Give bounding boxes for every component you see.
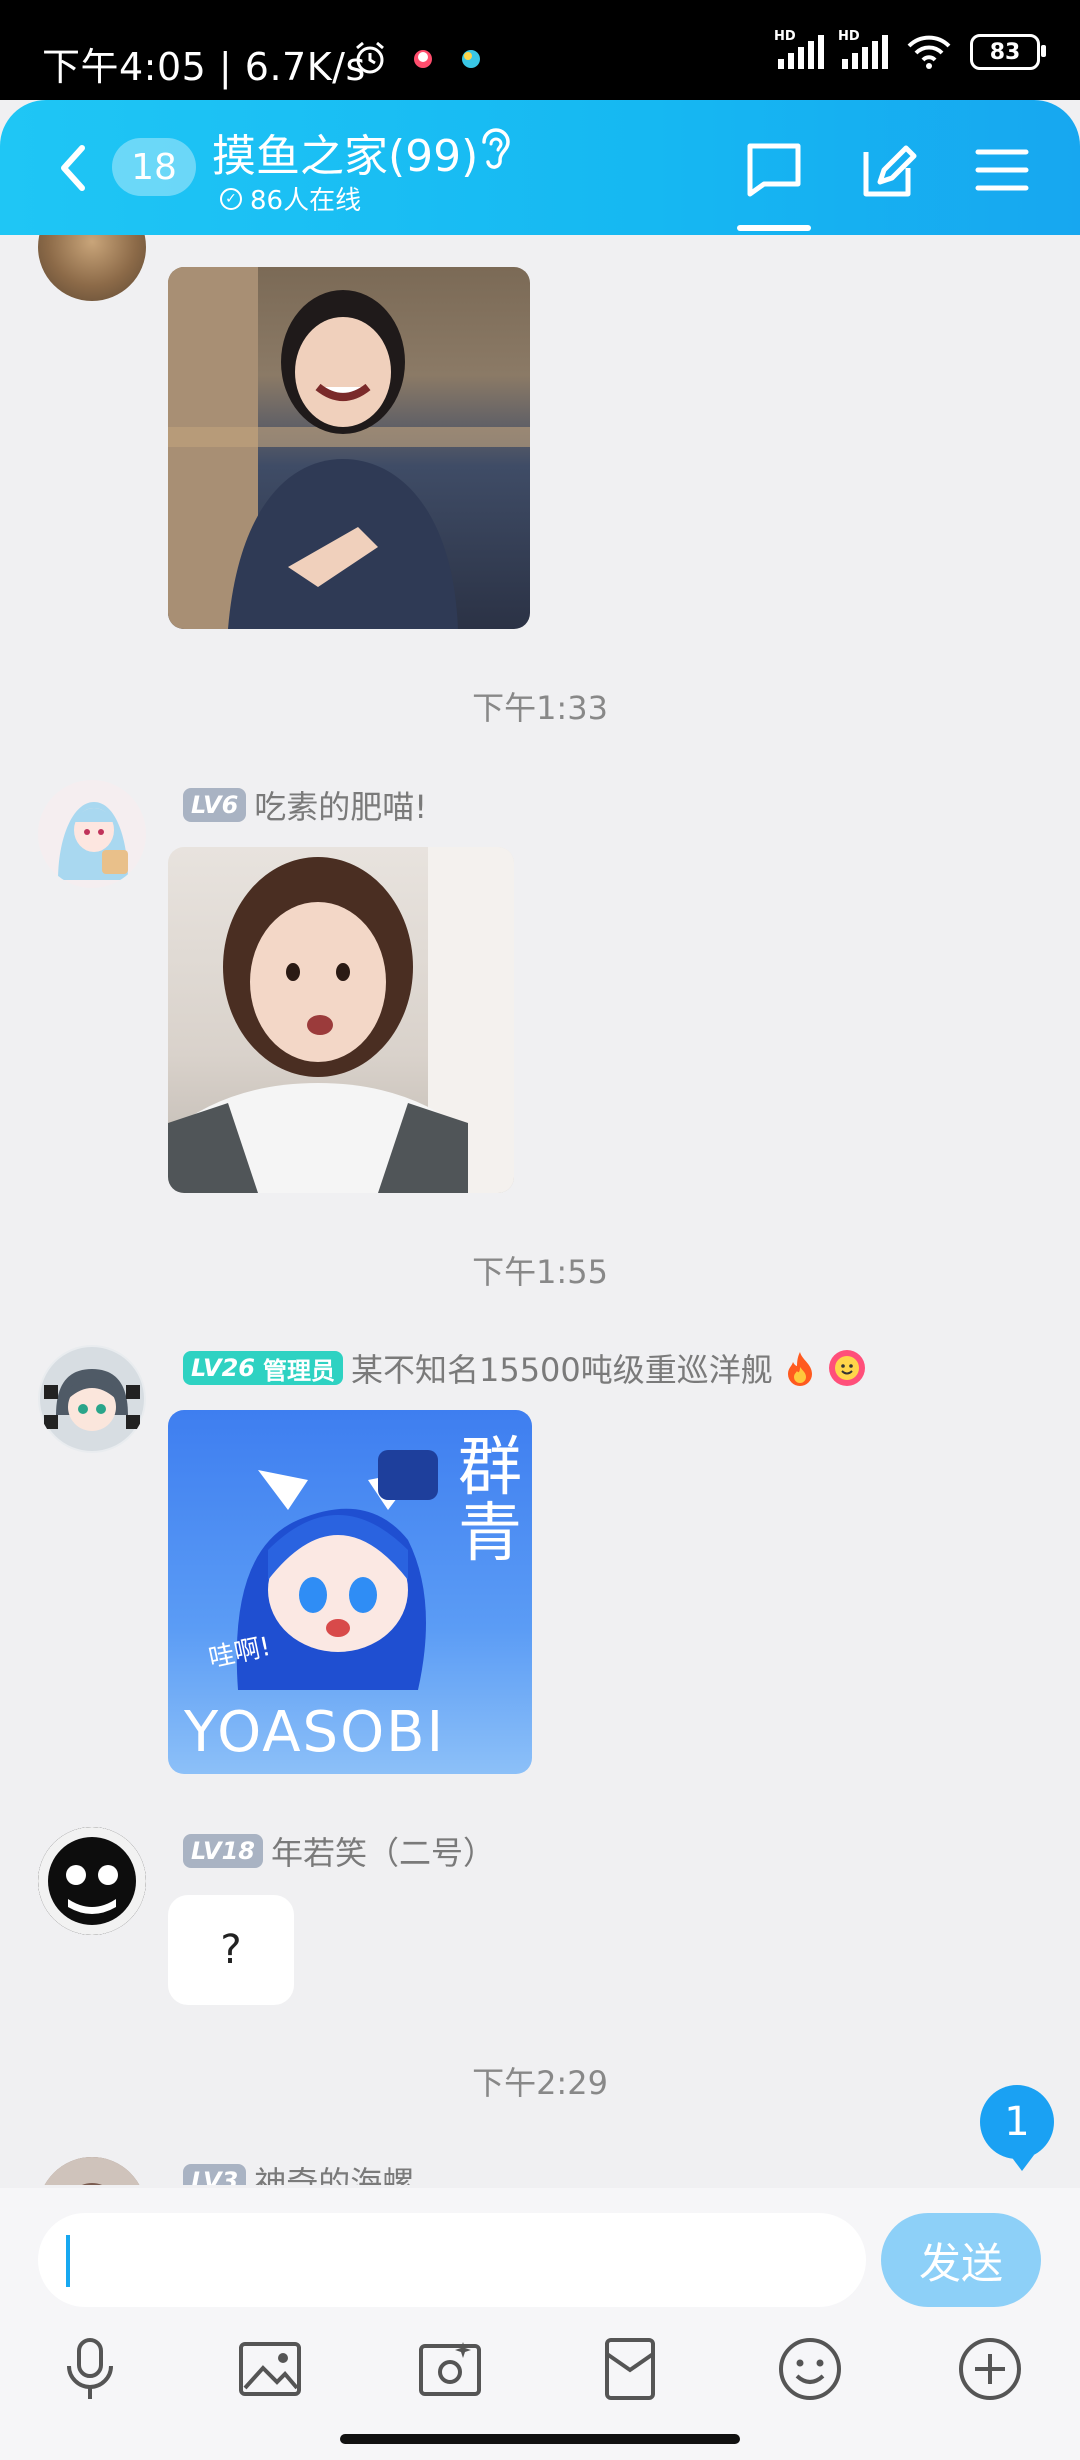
app-notification-icon-2 xyxy=(462,50,480,68)
back-icon[interactable] xyxy=(52,138,96,198)
ear-icon[interactable] xyxy=(474,124,514,174)
message-timestamp: 下午1:33 xyxy=(472,689,608,727)
online-count: 86人在线 xyxy=(250,186,362,216)
level-badge: LV26 xyxy=(191,1354,255,1382)
battery-icon: 83 xyxy=(970,34,1046,70)
sender-name[interactable]: 神奇的海螺 xyxy=(254,2158,414,2185)
text-caret xyxy=(66,2235,70,2287)
sender-row: LV6 吃素的肥喵! xyxy=(183,782,427,828)
plus-icon[interactable] xyxy=(955,2334,1025,2404)
sticker-title: 群青 xyxy=(458,1431,522,1571)
admin-badge: LV26 管理员 xyxy=(183,1351,343,1385)
composer: 发送 xyxy=(0,2188,1080,2460)
anime-avatar-image xyxy=(40,1347,144,1451)
anime-avatar-image xyxy=(58,802,128,880)
home-indicator[interactable] xyxy=(340,2434,740,2444)
avatar[interactable] xyxy=(38,1345,146,1453)
fire-icon xyxy=(787,1352,812,1386)
chat-tab-icon[interactable] xyxy=(742,138,806,202)
photo-avatar-image xyxy=(38,2157,146,2185)
avatar[interactable] xyxy=(38,235,146,301)
sticker-message[interactable]: 群青 哇啊! YOASOBI xyxy=(168,1410,532,1774)
sticker-artist: YOASOBI xyxy=(184,1700,446,1765)
microphone-icon[interactable] xyxy=(55,2334,125,2404)
camera-icon[interactable] xyxy=(415,2334,485,2404)
level-badge: LV18 xyxy=(183,1834,263,1868)
signal-icon: HD xyxy=(774,29,824,69)
menu-icon[interactable] xyxy=(970,138,1034,202)
new-message-badge[interactable]: 1 xyxy=(980,2085,1054,2171)
message-input[interactable] xyxy=(38,2213,866,2307)
status-bar: 下午4:05 | 6.7K/s HD HD 83 xyxy=(0,0,1080,100)
red-packet-icon[interactable] xyxy=(595,2334,665,2404)
status-time: 下午4:05 | 6.7K/s xyxy=(42,45,366,89)
sender-row: LV3 神奇的海螺 xyxy=(183,2158,414,2185)
sender-name[interactable]: 某不知名15500吨级重巡洋舰 xyxy=(351,1345,773,1391)
sender-name[interactable]: 年若笑（二号） xyxy=(271,1828,495,1874)
unread-count-badge[interactable]: 18 xyxy=(112,138,196,196)
active-tab-indicator xyxy=(737,225,811,231)
avatar[interactable] xyxy=(38,1827,146,1935)
avatar[interactable] xyxy=(38,2157,146,2185)
emoji-icon[interactable] xyxy=(775,2334,845,2404)
chat-message-list[interactable]: 下午1:33 LV6 吃素的肥喵! 下午1:55 LV26 管理员 某不知名155… xyxy=(0,235,1080,2185)
text-message-bubble[interactable]: ? xyxy=(168,1895,294,2005)
photo-image xyxy=(168,267,530,629)
message-timestamp: 下午2:29 xyxy=(472,2064,608,2102)
sender-row: LV26 管理员 某不知名15500吨级重巡洋舰 xyxy=(183,1345,867,1391)
app-notification-icon xyxy=(414,50,432,68)
edit-icon[interactable] xyxy=(856,138,920,202)
alarm-icon xyxy=(356,41,384,74)
photo-image xyxy=(168,847,514,1193)
flower-face-icon xyxy=(828,1350,865,1386)
image-icon[interactable] xyxy=(235,2334,305,2404)
online-status: ✓ 86人在线 xyxy=(220,180,361,217)
message-timestamp: 下午1:55 xyxy=(472,1253,608,1291)
send-button[interactable]: 发送 xyxy=(881,2213,1041,2307)
sender-row: LV18 年若笑（二号） xyxy=(183,1828,495,1874)
avatar[interactable] xyxy=(38,780,146,888)
sender-name[interactable]: 吃素的肥喵! xyxy=(254,782,427,828)
composer-toolbar xyxy=(0,2328,1080,2418)
online-check-icon: ✓ xyxy=(220,187,242,210)
group-title[interactable]: 摸鱼之家(99) xyxy=(212,120,478,184)
level-badge: LV3 xyxy=(183,2164,247,2185)
image-message[interactable] xyxy=(168,847,514,1193)
level-badge: LV6 xyxy=(183,788,247,822)
chat-header: 18 摸鱼之家(99) ✓ 86人在线 xyxy=(0,100,1080,235)
dark-face-avatar-image xyxy=(38,1827,146,1935)
image-message[interactable] xyxy=(168,267,530,629)
wifi-icon xyxy=(907,35,951,69)
admin-role-label: 管理员 xyxy=(262,1356,335,1385)
signal-icon-2: HD xyxy=(838,29,888,69)
